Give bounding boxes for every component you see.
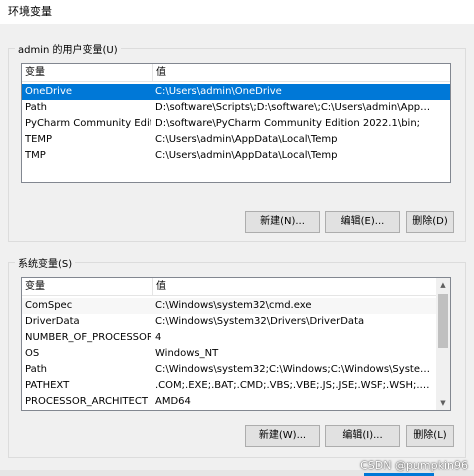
var-value: AMD64: [155, 396, 191, 407]
user-new-button[interactable]: 新建(N)...: [245, 211, 320, 233]
var-name: NUMBER_OF_PROCESSORS: [25, 332, 151, 343]
var-name: Path: [25, 364, 47, 375]
table-row[interactable]: PyCharm Community Editi D:\software\PyCh…: [22, 116, 450, 132]
var-value: D:\software\PyCharm Community Edition 20…: [155, 118, 421, 129]
var-value: D:\software\Scripts\;D:\software\;C:\Use…: [155, 102, 437, 113]
user-delete-button[interactable]: 删除(D): [406, 211, 454, 233]
var-value: C:\Users\admin\OneDrive: [155, 86, 282, 97]
column-header-value[interactable]: 值: [153, 278, 433, 296]
var-name: DriverData: [25, 316, 80, 327]
var-name: ComSpec: [25, 300, 73, 311]
table-row[interactable]: OneDrive C:\Users\admin\OneDrive: [22, 84, 450, 100]
title-bar: 环境变量: [0, 0, 474, 24]
vertical-scrollbar[interactable]: ▲ ▼: [436, 278, 450, 410]
var-value: C:\Windows\system32;C:\Windows;C:\Window…: [155, 364, 437, 375]
table-row[interactable]: OS Windows_NT: [22, 346, 436, 362]
user-variables-group: admin 的用户变量(U) 变量 值 OneDrive C:\Users\ad…: [8, 41, 466, 242]
table-row[interactable]: DriverData C:\Windows\System32\Drivers\D…: [22, 314, 436, 330]
system-variables-group: 系统变量(S) 变量 值 ComSpec C:\Windows\system32…: [8, 255, 466, 458]
system-variables-list[interactable]: 变量 值 ComSpec C:\Windows\system32\cmd.exe…: [21, 277, 451, 411]
table-row[interactable]: PATHEXT .COM;.EXE;.BAT;.CMD;.VBS;.VBE;.J…: [22, 378, 437, 394]
list-header: 变量 值: [22, 64, 450, 82]
table-row[interactable]: TEMP C:\Users\admin\AppData\Local\Temp: [22, 132, 450, 148]
table-row[interactable]: PROCESSOR_ARCHITECT AMD64: [22, 394, 436, 410]
list-header: 变量 值: [22, 278, 436, 296]
watermark: CSDN @pumpkin96: [360, 459, 468, 472]
column-header-value[interactable]: 值: [153, 64, 443, 82]
column-header-variable[interactable]: 变量: [22, 278, 152, 296]
scroll-up-icon[interactable]: ▲: [436, 278, 450, 292]
var-name: Path: [25, 102, 47, 113]
system-delete-button[interactable]: 删除(L): [406, 425, 454, 447]
table-row[interactable]: TMP C:\Users\admin\AppData\Local\Temp: [22, 148, 450, 164]
var-value: C:\Users\admin\AppData\Local\Temp: [155, 150, 338, 161]
var-name: OS: [25, 348, 40, 359]
table-row[interactable]: Path D:\software\Scripts\;D:\software\;C…: [22, 100, 450, 116]
system-edit-button[interactable]: 编辑(I)...: [325, 425, 400, 447]
var-name: TEMP: [25, 134, 53, 145]
var-name: PyCharm Community Editi: [25, 118, 151, 129]
scroll-thumb[interactable]: [438, 294, 448, 348]
var-name: PROCESSOR_ARCHITECT: [25, 396, 148, 407]
var-name: OneDrive: [25, 86, 73, 97]
user-variables-label: admin 的用户变量(U): [15, 41, 121, 56]
var-value: C:\Users\admin\AppData\Local\Temp: [155, 134, 338, 145]
table-row[interactable]: Path C:\Windows\system32;C:\Windows;C:\W…: [22, 362, 437, 378]
user-edit-button[interactable]: 编辑(E)...: [325, 211, 400, 233]
var-value: Windows_NT: [155, 348, 219, 359]
var-name: PATHEXT: [25, 380, 70, 391]
system-new-button[interactable]: 新建(W)...: [245, 425, 320, 447]
var-name: TMP: [25, 150, 46, 161]
var-value: 4: [155, 332, 162, 343]
table-row[interactable]: NUMBER_OF_PROCESSORS 4: [22, 330, 436, 346]
system-variables-label: 系统变量(S): [15, 255, 76, 270]
scroll-down-icon[interactable]: ▼: [436, 396, 450, 410]
user-variables-list[interactable]: 变量 值 OneDrive C:\Users\admin\OneDrive Pa…: [21, 63, 451, 183]
var-value: C:\Windows\System32\Drivers\DriverData: [155, 316, 365, 327]
var-value: .COM;.EXE;.BAT;.CMD;.VBS;.VBE;.JS;.JSE;.…: [155, 380, 437, 391]
column-header-variable[interactable]: 变量: [22, 64, 152, 82]
var-value: C:\Windows\system32\cmd.exe: [155, 300, 312, 311]
window-title: 环境变量: [8, 5, 52, 18]
table-row[interactable]: ComSpec C:\Windows\system32\cmd.exe: [22, 298, 436, 314]
